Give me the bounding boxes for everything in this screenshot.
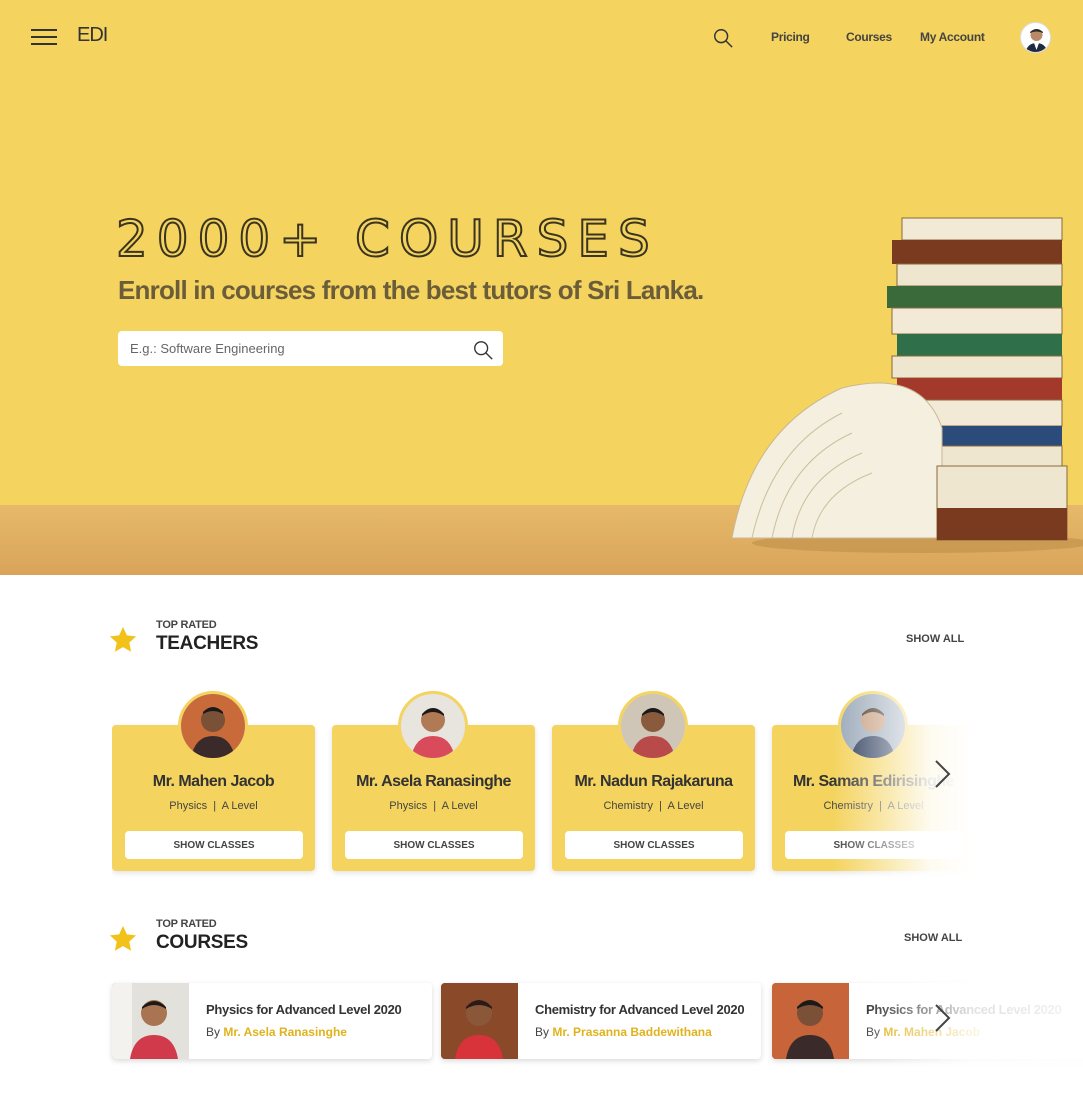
- course-title: Physics for Advanced Level 2020: [206, 1002, 402, 1017]
- course-thumbnail: [441, 983, 518, 1059]
- course-author: By Mr. Mahen Jacob: [866, 1025, 981, 1039]
- hero-subtitle: Enroll in courses from the best tutors o…: [118, 275, 704, 305]
- nav-courses[interactable]: Courses: [846, 30, 892, 44]
- search-icon[interactable]: [472, 339, 494, 361]
- teacher-photo: [618, 691, 688, 761]
- course-thumbnail: [112, 983, 189, 1059]
- course-thumbnail: [772, 983, 849, 1059]
- show-classes-button[interactable]: SHOW CLASSES: [345, 831, 523, 859]
- nav-my-account[interactable]: My Account: [920, 30, 985, 44]
- course-title: Chemistry for Advanced Level 2020: [535, 1002, 745, 1017]
- star-icon: [109, 925, 137, 951]
- hamburger-menu-icon[interactable]: [31, 29, 57, 45]
- teacher-meta: Physics | A Level: [389, 800, 478, 812]
- top-header: EDI Pricing Courses My Account: [0, 0, 1083, 75]
- section-label: TOP RATED: [156, 619, 217, 631]
- teacher-level: A Level: [667, 800, 704, 812]
- courses-section-header: TOP RATED COURSES SHOW ALL: [108, 918, 968, 968]
- course-author: By Mr. Asela Ranasinghe: [206, 1025, 347, 1039]
- section-label: TOP RATED: [156, 918, 217, 930]
- search-icon[interactable]: [712, 27, 734, 49]
- course-author: By Mr. Prasanna Baddewithana: [535, 1025, 712, 1039]
- show-all-courses-link[interactable]: SHOW ALL: [904, 932, 962, 944]
- tutor-link[interactable]: Mr. Asela Ranasinghe: [223, 1025, 347, 1039]
- chevron-right-icon[interactable]: [932, 759, 952, 789]
- hero-banner: 2000+ COURSES Enroll in courses from the…: [0, 75, 1083, 575]
- books-illustration: [731, 217, 1083, 553]
- tutor-link[interactable]: Mr. Prasanna Baddewithana: [552, 1025, 711, 1039]
- teacher-subject: Chemistry: [823, 800, 873, 812]
- show-all-teachers-link[interactable]: SHOW ALL: [906, 633, 964, 645]
- teacher-photo: [838, 691, 908, 761]
- section-title: TEACHERS: [156, 633, 259, 654]
- teacher-name: Mr. Nadun Rajakaruna: [574, 773, 733, 790]
- teacher-subject: Physics: [389, 800, 428, 812]
- teacher-name: Mr. Mahen Jacob: [152, 773, 275, 790]
- star-icon: [109, 626, 137, 652]
- teachers-section-header: TOP RATED TEACHERS SHOW ALL: [108, 619, 968, 669]
- hero-search-input[interactable]: [118, 331, 503, 366]
- teacher-subject: Chemistry: [603, 800, 653, 812]
- logo[interactable]: EDI: [77, 24, 108, 47]
- show-classes-button[interactable]: SHOW CLASSES: [125, 831, 303, 859]
- course-card[interactable]: Physics for Advanced Level 2020 By Mr. A…: [112, 983, 432, 1059]
- hero-title: 2000+ COURSES: [115, 209, 659, 269]
- show-classes-button[interactable]: SHOW CLASSES: [785, 831, 963, 859]
- teachers-carousel: Mr. Mahen Jacob Physics | A Level SHOW C…: [112, 690, 972, 880]
- user-avatar[interactable]: [1020, 22, 1051, 53]
- section-title: COURSES: [156, 932, 248, 953]
- course-card[interactable]: Physics for Advanced Level 2020 By Mr. M…: [772, 983, 1083, 1059]
- teacher-meta: Chemistry | A Level: [603, 800, 704, 812]
- teacher-level: A Level: [221, 800, 258, 812]
- teacher-name: Mr. Asela Ranasinghe: [356, 773, 511, 790]
- teacher-photo: [178, 691, 248, 761]
- teacher-card[interactable]: Mr. Saman Edirisinghe Chemistry | A Leve…: [772, 691, 972, 871]
- teacher-level: A Level: [887, 800, 924, 812]
- course-card[interactable]: Chemistry for Advanced Level 2020 By Mr.…: [441, 983, 761, 1059]
- chevron-right-icon[interactable]: [932, 1003, 952, 1033]
- nav-pricing[interactable]: Pricing: [771, 30, 810, 44]
- teacher-level: A Level: [441, 800, 478, 812]
- teacher-card[interactable]: Mr. Nadun Rajakaruna Chemistry | A Level…: [552, 691, 755, 871]
- teacher-photo: [398, 691, 468, 761]
- teacher-meta: Physics | A Level: [169, 800, 258, 812]
- teacher-card[interactable]: Mr. Asela Ranasinghe Physics | A Level S…: [332, 691, 535, 871]
- teacher-subject: Physics: [169, 800, 208, 812]
- teacher-card[interactable]: Mr. Mahen Jacob Physics | A Level SHOW C…: [112, 691, 315, 871]
- course-title: Physics for Advanced Level 2020: [866, 1002, 1062, 1017]
- teacher-meta: Chemistry | A Level: [823, 800, 924, 812]
- show-classes-button[interactable]: SHOW CLASSES: [565, 831, 743, 859]
